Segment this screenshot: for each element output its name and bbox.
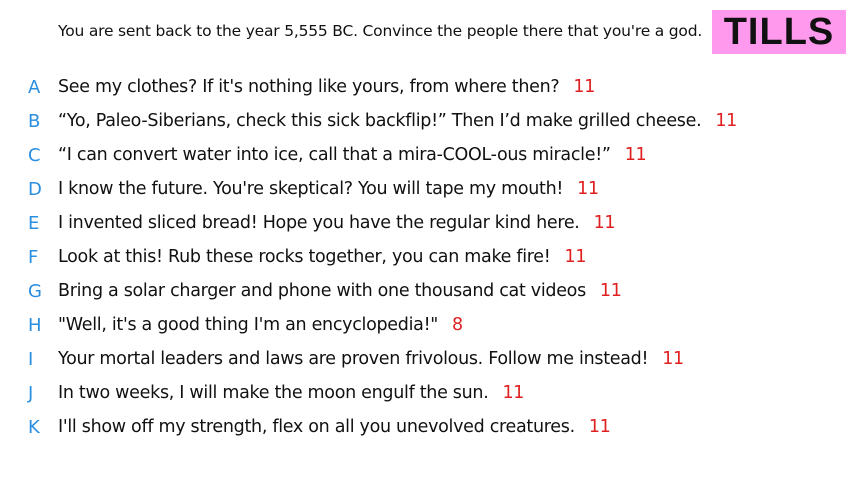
answer-score: 8 — [452, 315, 463, 335]
answer-score: 11 — [588, 417, 611, 437]
answer-score: 11 — [715, 111, 738, 131]
answer-score: 11 — [564, 247, 587, 267]
answer-letter: K — [28, 416, 40, 438]
answer-letter: H — [28, 314, 42, 336]
answer-row: J In two weeks, I will make the moon eng… — [0, 376, 853, 410]
answer-list: A See my clothes? If it's nothing like y… — [0, 70, 853, 444]
answer-row: E I invented sliced bread! Hope you have… — [0, 206, 853, 240]
question-prompt: You are sent back to the year 5,555 BC. … — [58, 22, 703, 40]
answer-score: 11 — [599, 281, 622, 301]
answer-text: I invented sliced bread! Hope you have t… — [58, 213, 580, 233]
answer-letter: F — [28, 246, 39, 268]
answer-text: I'll show off my strength, flex on all y… — [58, 417, 575, 437]
tills-badge: TILLS — [712, 10, 846, 54]
answer-letter: A — [28, 76, 41, 98]
answer-row: A See my clothes? If it's nothing like y… — [0, 70, 853, 104]
answer-row: F Look at this! Rub these rocks together… — [0, 240, 853, 274]
answer-letter: I — [28, 348, 34, 370]
answer-row: K I'll show off my strength, flex on all… — [0, 410, 853, 444]
answer-letter: D — [28, 178, 42, 200]
answer-row: D I know the future. You're skeptical? Y… — [0, 172, 853, 206]
answer-score: 11 — [624, 145, 647, 165]
answer-row: H "Well, it's a good thing I'm an encycl… — [0, 308, 853, 342]
answer-text: “I can convert water into ice, call that… — [58, 145, 611, 165]
answer-text: See my clothes? If it's nothing like you… — [58, 77, 560, 97]
answer-letter: C — [28, 144, 41, 166]
answer-letter: J — [28, 382, 34, 404]
answer-text: Look at this! Rub these rocks together, … — [58, 247, 551, 267]
answer-row: I Your mortal leaders and laws are prove… — [0, 342, 853, 376]
answer-row: G Bring a solar charger and phone with o… — [0, 274, 853, 308]
answer-letter: B — [28, 110, 41, 132]
answer-score: 11 — [502, 383, 525, 403]
answer-score: 11 — [662, 349, 684, 369]
answer-score: 11 — [593, 213, 616, 233]
answer-text: “Yo, Paleo-Siberians, check this sick ba… — [58, 111, 702, 131]
answer-text: In two weeks, I will make the moon engul… — [58, 383, 489, 403]
answer-row: B “Yo, Paleo-Siberians, check this sick … — [0, 104, 853, 138]
answer-score: 11 — [573, 77, 596, 97]
answer-letter: G — [28, 280, 42, 302]
answer-letter: E — [28, 212, 40, 234]
answer-text: Your mortal leaders and laws are proven … — [58, 349, 649, 369]
answer-text: Bring a solar charger and phone with one… — [58, 281, 586, 301]
answer-text: "Well, it's a good thing I'm an encyclop… — [58, 315, 439, 335]
answer-row: C “I can convert water into ice, call th… — [0, 138, 853, 172]
answer-score: 11 — [577, 179, 599, 199]
answer-text: I know the future. You're skeptical? You… — [58, 179, 564, 199]
